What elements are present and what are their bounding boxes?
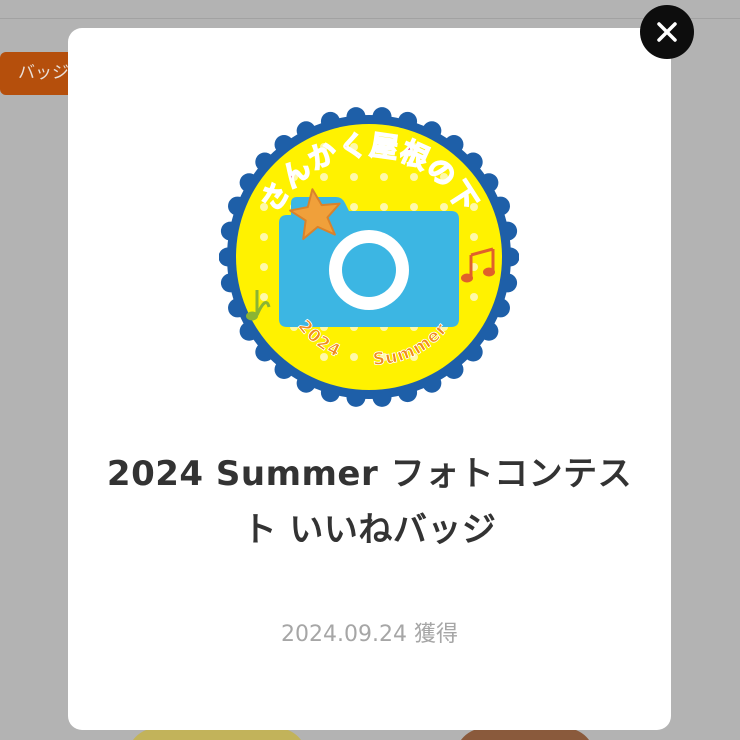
badge-title: 2024 Summer フォトコンテスト いいねバッジ — [106, 454, 633, 550]
header-divider — [0, 18, 740, 19]
acquired-date: 2024.09.24 — [281, 622, 407, 647]
close-icon — [657, 22, 677, 42]
badge-image: さんかく屋根の下 2024 Summer — [219, 107, 519, 407]
acquired-date-line: 2024.09.24 獲得 — [68, 616, 671, 648]
acquired-label: 獲得 — [413, 622, 458, 647]
badge-detail-modal: さんかく屋根の下 2024 Summer 2024 Summer フォトコンテス… — [68, 28, 671, 730]
close-button[interactable] — [640, 5, 694, 59]
